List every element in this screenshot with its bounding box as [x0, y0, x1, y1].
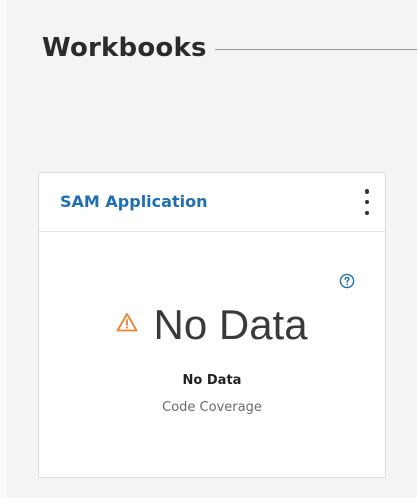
menu-dot	[364, 189, 370, 194]
menu-dot	[364, 199, 370, 205]
warning-icon	[117, 313, 138, 332]
status-label: No Data	[182, 373, 242, 388]
section-header: Workbooks	[42, 24, 417, 72]
help-icon[interactable]	[339, 273, 355, 289]
metric-value: No Data	[153, 301, 308, 348]
workbook-card[interactable]: SAM Application No Data No Data Code Cov…	[38, 172, 386, 478]
left-edge-strip	[0, 0, 7, 498]
card-header: SAM Application	[39, 173, 385, 232]
overflow-menu-icon[interactable]	[363, 189, 371, 215]
metric-name: Code Coverage	[162, 400, 262, 415]
menu-dot	[364, 210, 370, 215]
section-divider	[214, 48, 417, 50]
section-title: Workbooks	[42, 33, 207, 63]
metric-row: No Data	[39, 301, 385, 349]
card-title-link[interactable]: SAM Application	[60, 192, 207, 211]
workbooks-page: Workbooks SAM Application No Data No Dat…	[0, 0, 417, 498]
